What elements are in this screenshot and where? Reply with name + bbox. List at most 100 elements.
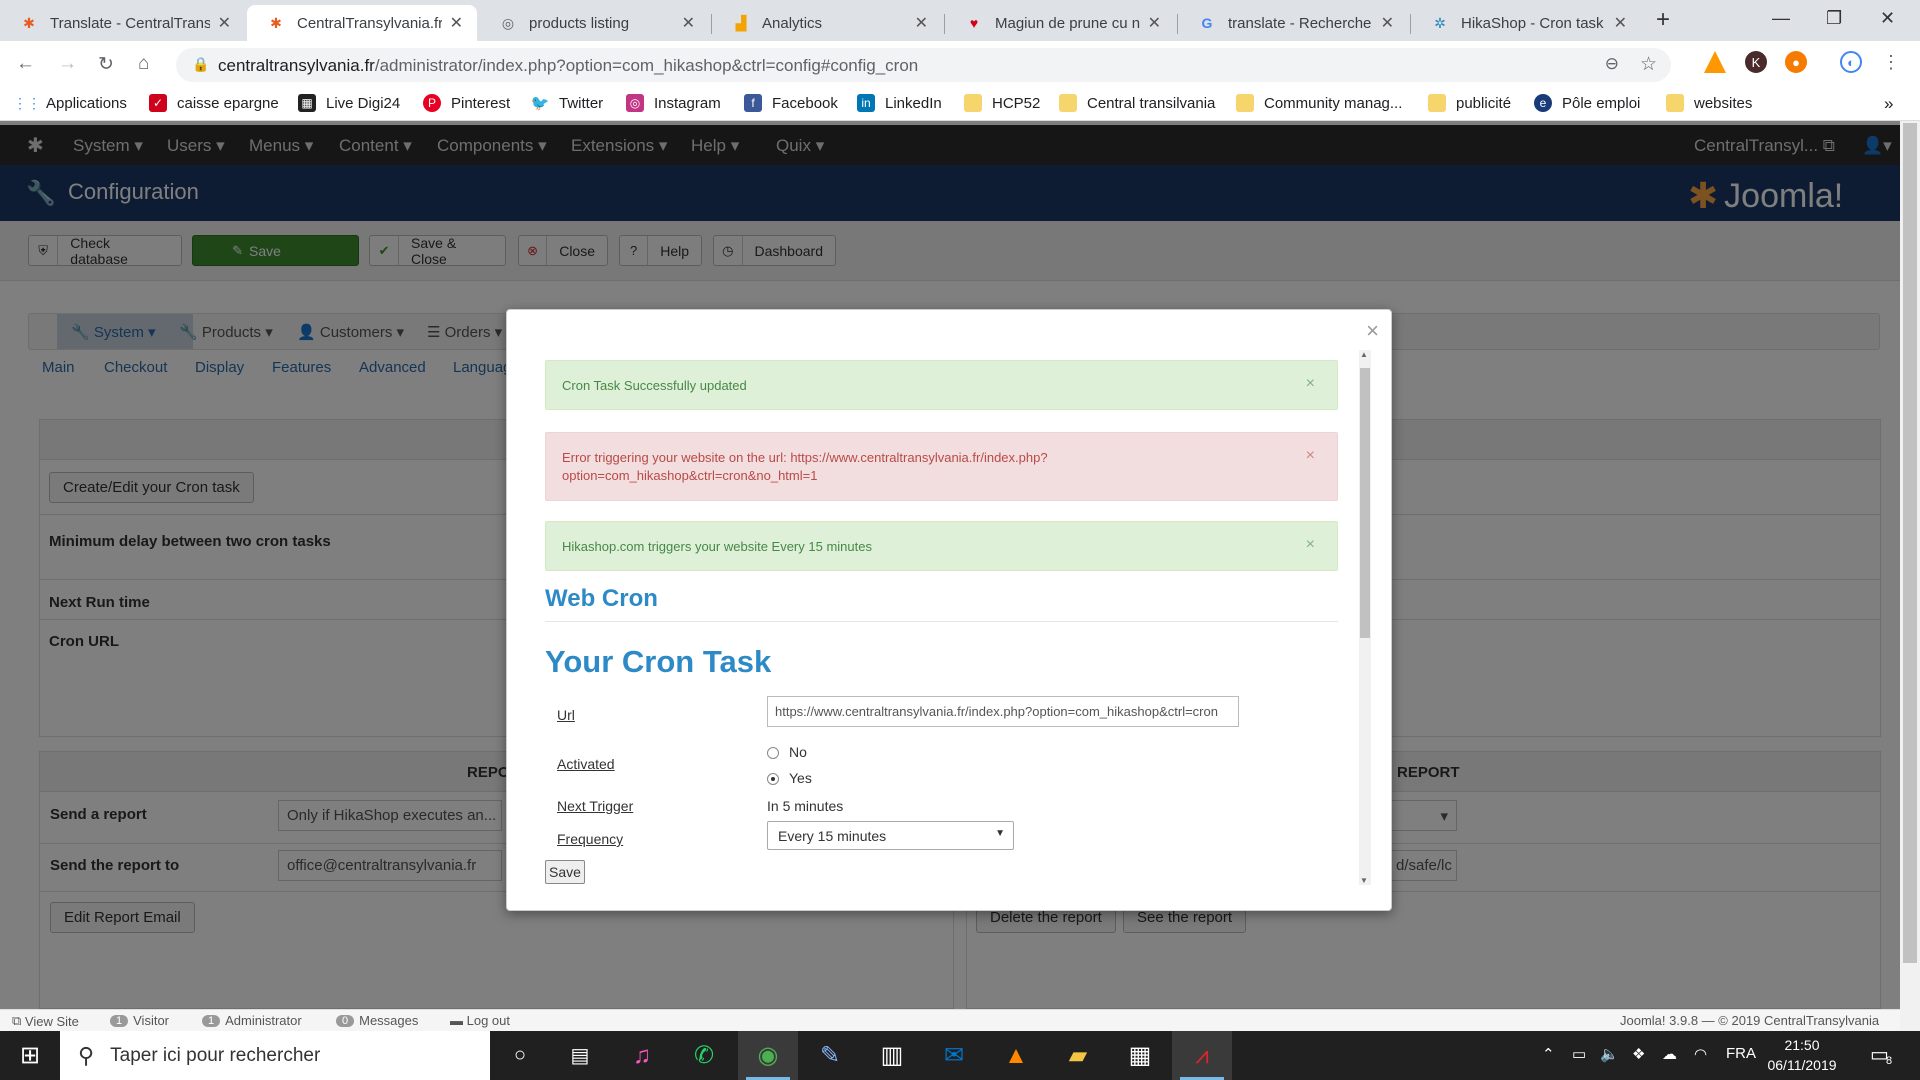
folder-icon bbox=[1666, 94, 1684, 112]
tab-translate[interactable]: ✱ Translate - CentralTrans ✕ bbox=[0, 5, 245, 41]
admin-count[interactable]: 1 Administrator bbox=[202, 1013, 302, 1028]
google-icon: G bbox=[1201, 15, 1213, 31]
facebook-icon: f bbox=[744, 94, 762, 112]
clock[interactable]: 21:50 06/11/2019 bbox=[1764, 1035, 1840, 1075]
battery-icon[interactable]: ▭ bbox=[1572, 1045, 1586, 1063]
restore-icon[interactable]: ❐ bbox=[1826, 8, 1842, 29]
close-icon[interactable]: ✕ bbox=[450, 13, 463, 33]
reddit-extension-icon[interactable]: ● bbox=[1785, 51, 1807, 73]
tab-analytics[interactable]: ▟ Analytics ✕ bbox=[712, 5, 942, 41]
next-trigger-value: In 5 minutes bbox=[767, 798, 844, 814]
bookmark-twitter[interactable]: 🐦 Twitter bbox=[531, 94, 603, 112]
taskbar-search[interactable]: ⚲ Taper ici pour rechercher bbox=[60, 1031, 490, 1080]
home-icon[interactable]: ⌂ bbox=[138, 53, 149, 75]
menu-dots-icon[interactable]: ⋮ bbox=[1880, 51, 1902, 73]
folder-icon bbox=[1428, 94, 1446, 112]
next-trigger-label: Next Trigger bbox=[557, 798, 634, 814]
search-icon: ⚲ bbox=[78, 1042, 95, 1068]
modal-save-button[interactable]: Save bbox=[545, 860, 585, 884]
close-icon[interactable]: ✕ bbox=[682, 13, 695, 33]
tab-products-listing[interactable]: ◎ products listing ✕ bbox=[479, 5, 709, 41]
bookmark-websites[interactable]: websites bbox=[1666, 94, 1752, 112]
close-icon[interactable]: ✕ bbox=[218, 13, 231, 33]
task-view-icon[interactable]: ▤ bbox=[550, 1031, 610, 1080]
cron-task-heading: Your Cron Task bbox=[545, 644, 772, 679]
profile-avatar-icon[interactable]: ◐ bbox=[1840, 51, 1862, 73]
calculator-icon[interactable]: ▦ bbox=[1110, 1031, 1170, 1080]
star-icon[interactable]: ☆ bbox=[1640, 53, 1657, 76]
acrobat-icon[interactable]: ⩘ bbox=[1172, 1031, 1232, 1080]
back-icon[interactable]: ← bbox=[16, 53, 35, 75]
caisse-epargne-icon: ✓ bbox=[149, 94, 167, 112]
bookmark-pinterest[interactable]: P Pinterest bbox=[423, 94, 510, 112]
alert-close-icon[interactable]: × bbox=[1306, 375, 1315, 393]
modal-close-button[interactable]: × bbox=[1366, 318, 1379, 344]
new-tab-button[interactable]: + bbox=[1656, 6, 1670, 34]
tray-chevron-icon[interactable]: ⌃ bbox=[1542, 1045, 1555, 1063]
k-extension-icon[interactable]: K bbox=[1745, 51, 1767, 73]
logout-link[interactable]: ▬ Log out bbox=[450, 1013, 510, 1028]
reload-icon[interactable]: ↻ bbox=[98, 53, 114, 76]
scroll-up-icon[interactable]: ▲ bbox=[1360, 350, 1368, 359]
alert-close-icon[interactable]: × bbox=[1306, 536, 1315, 554]
tab-google-translate[interactable]: G translate - Recherche G ✕ bbox=[1178, 5, 1408, 41]
tab-hikashop-cron[interactable]: ✲ HikaShop - Cron task ✕ bbox=[1411, 5, 1641, 41]
activated-yes-option[interactable]: Yes bbox=[767, 770, 812, 786]
bookmark-pole-emploi[interactable]: e Pôle emploi bbox=[1534, 94, 1640, 112]
view-site-link[interactable]: ⧉ View Site bbox=[12, 1013, 79, 1029]
wifi-icon[interactable]: ◠ bbox=[1694, 1045, 1707, 1063]
bookmark-digi24[interactable]: ▦ Live Digi24 bbox=[298, 94, 400, 112]
bookmark-applications[interactable]: ⋮⋮ Applications bbox=[13, 94, 127, 112]
frequency-select[interactable]: Every 15 minutes ▼ bbox=[767, 821, 1014, 850]
bookmark-community-manag[interactable]: Community manag... bbox=[1236, 94, 1402, 112]
close-icon[interactable]: ✕ bbox=[1148, 13, 1161, 33]
tab-centraltransylvania[interactable]: ✱ CentralTransylvania.fr - ✕ bbox=[247, 5, 477, 41]
window-close-icon[interactable]: ✕ bbox=[1880, 8, 1895, 29]
onedrive-icon[interactable]: ☁ bbox=[1662, 1045, 1677, 1063]
volume-icon[interactable]: 🔈 bbox=[1600, 1045, 1619, 1063]
language-indicator[interactable]: FRA bbox=[1726, 1045, 1756, 1062]
report-app-icon[interactable]: ▥ bbox=[862, 1031, 922, 1080]
alert-close-icon[interactable]: × bbox=[1306, 447, 1315, 465]
zoom-icon[interactable]: ⊖ bbox=[1605, 54, 1619, 74]
messages-count[interactable]: 0 Messages bbox=[336, 1013, 418, 1028]
forward-icon[interactable]: → bbox=[58, 53, 77, 75]
tab-magiun[interactable]: ♥ Magiun de prune cu nu ✕ bbox=[945, 5, 1175, 41]
outlook-icon[interactable]: ✉ bbox=[924, 1031, 984, 1080]
alert-error: Error triggering your website on the url… bbox=[545, 432, 1338, 501]
folder-icon bbox=[1059, 94, 1077, 112]
url-bar[interactable]: 🔒 centraltransylvania.fr/administrator/i… bbox=[176, 48, 1671, 82]
modal-scrollbar[interactable]: ▲ ▼ bbox=[1359, 350, 1371, 885]
whatsapp-icon[interactable]: ✆ bbox=[674, 1031, 734, 1080]
file-explorer-icon[interactable]: ▰ bbox=[1048, 1031, 1108, 1080]
dropbox-icon[interactable]: ❖ bbox=[1632, 1045, 1645, 1063]
itunes-icon[interactable]: ♫ bbox=[612, 1031, 672, 1080]
bookmark-publicite[interactable]: publicité bbox=[1428, 94, 1511, 112]
bookmark-linkedin[interactable]: in LinkedIn bbox=[857, 94, 942, 112]
footer-copyright: Joomla! 3.9.8 — © 2019 CentralTransylvan… bbox=[1620, 1013, 1880, 1028]
cortana-icon[interactable]: ○ bbox=[490, 1031, 550, 1080]
bookmark-central-transilvania[interactable]: Central transilvania bbox=[1059, 94, 1215, 112]
radio-yes[interactable] bbox=[767, 773, 779, 786]
hikashop-icon: ✲ bbox=[1434, 14, 1446, 31]
windows-start-icon[interactable]: ⊞ bbox=[0, 1031, 60, 1080]
bookmark-instagram[interactable]: ◎ Instagram bbox=[626, 94, 721, 112]
scroll-down-icon[interactable]: ▼ bbox=[1360, 876, 1368, 885]
cron-url-input[interactable] bbox=[767, 696, 1239, 727]
visitor-count[interactable]: 1 Visitor bbox=[110, 1013, 169, 1028]
close-icon[interactable]: ✕ bbox=[915, 13, 928, 33]
chrome-taskbar-icon[interactable]: ◉ bbox=[738, 1031, 798, 1080]
bookmarks-more-button[interactable]: » bbox=[1884, 94, 1893, 114]
bookmark-hcp52[interactable]: HCP52 bbox=[964, 94, 1040, 112]
close-icon[interactable]: ✕ bbox=[1381, 13, 1394, 33]
minimize-icon[interactable]: — bbox=[1772, 8, 1790, 29]
radio-no[interactable] bbox=[767, 747, 779, 760]
bookmark-caisse-epargne[interactable]: ✓ caisse epargne bbox=[149, 94, 279, 112]
folder-icon bbox=[964, 94, 982, 112]
paint-icon[interactable]: ✎ bbox=[800, 1031, 860, 1080]
bookmark-facebook[interactable]: f Facebook bbox=[744, 94, 838, 112]
page-scrollbar[interactable] bbox=[1900, 121, 1920, 1031]
activated-no-option[interactable]: No bbox=[767, 744, 807, 760]
vlc-taskbar-icon[interactable]: ▲ bbox=[986, 1031, 1046, 1080]
close-icon[interactable]: ✕ bbox=[1614, 13, 1627, 33]
